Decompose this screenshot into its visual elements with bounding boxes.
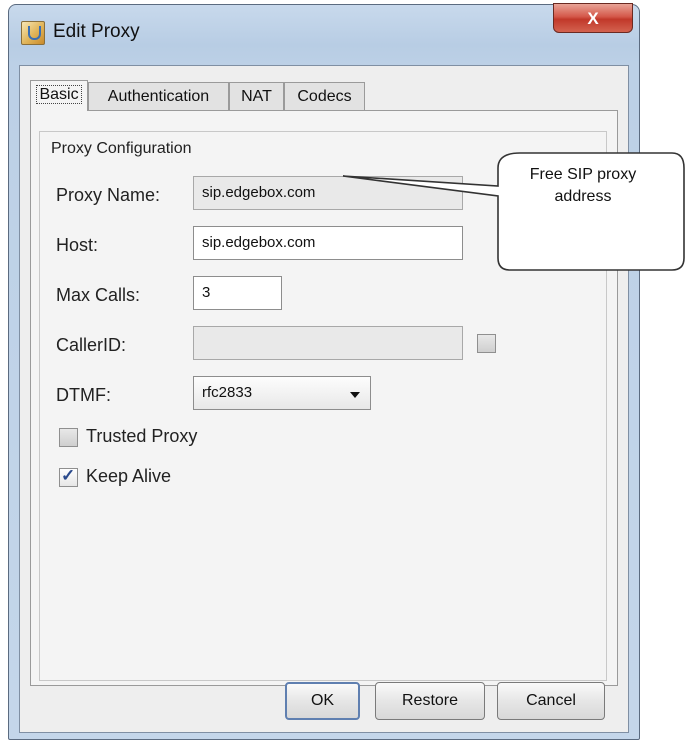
caller-id-label: CallerID: (56, 335, 127, 355)
trusted-proxy-checkbox[interactable] (59, 428, 78, 447)
proxy-configuration-group: Proxy Configuration Proxy Name: sip.edge… (39, 131, 607, 681)
dtmf-selected-value: rfc2833 (202, 384, 253, 401)
callout-line-1: Free SIP proxy (529, 166, 637, 183)
host-label: Host: (56, 235, 99, 255)
callout-line-2: address (554, 188, 612, 205)
keep-alive-checkbox[interactable]: ✓ (59, 466, 78, 487)
cancel-button[interactable]: Cancel (497, 682, 605, 720)
proxy-name-field: sip.edgebox.com (193, 176, 463, 210)
keep-alive-label[interactable]: Keep Alive (86, 466, 171, 487)
java-app-icon (21, 21, 45, 45)
edit-proxy-dialog: Edit Proxy X Basic Authentication NAT Co… (8, 3, 640, 740)
trusted-proxy-label[interactable]: Trusted Proxy (86, 426, 197, 447)
tab-nat[interactable]: NAT (229, 82, 284, 110)
chevron-down-icon (350, 392, 360, 398)
max-calls-label: Max Calls: (56, 285, 141, 305)
close-button[interactable]: X (553, 3, 633, 33)
title-bar[interactable]: Edit Proxy X (9, 3, 639, 55)
caller-id-input (193, 326, 463, 360)
proxy-name-label: Proxy Name: (56, 185, 161, 205)
restore-button[interactable]: Restore (375, 682, 485, 720)
window-title: Edit Proxy (53, 21, 140, 42)
callout-text: Free SIP proxy address (498, 164, 668, 208)
dtmf-label: DTMF: (56, 385, 111, 405)
tab-authentication[interactable]: Authentication (88, 82, 229, 110)
tab-basic[interactable]: Basic (30, 80, 88, 111)
tab-codecs[interactable]: Codecs (284, 82, 365, 110)
checkmark-icon: ✓ (61, 466, 76, 485)
group-title: Proxy Configuration (48, 140, 195, 158)
ok-button[interactable]: OK (285, 682, 360, 720)
dtmf-select[interactable]: rfc2833 (193, 376, 371, 410)
caller-id-checkbox[interactable] (477, 334, 496, 353)
max-calls-input[interactable]: 3 (193, 276, 282, 310)
host-input[interactable]: sip.edgebox.com (193, 226, 463, 260)
